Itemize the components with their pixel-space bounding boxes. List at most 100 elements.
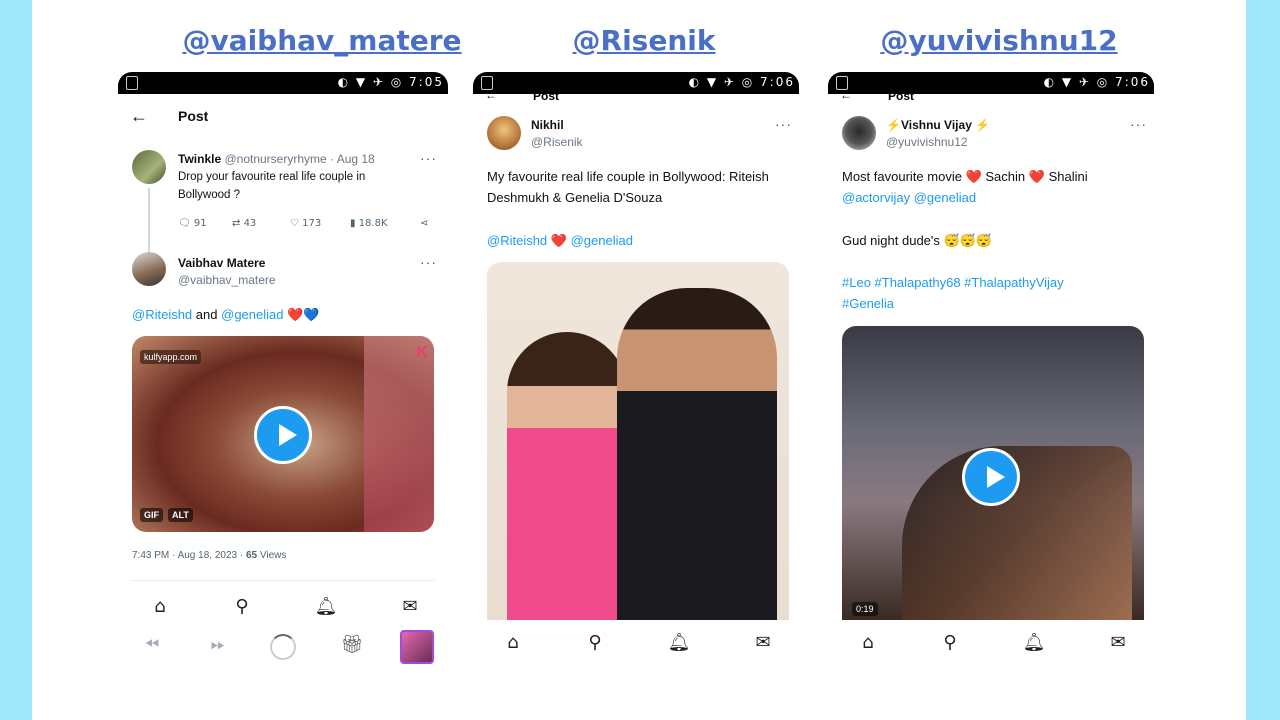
video-duration: 0:19: [852, 602, 878, 616]
mail-icon[interactable]: ✉: [751, 632, 775, 656]
mention-link[interactable]: @Riteishd: [132, 307, 192, 322]
author-name[interactable]: ⚡Vishnu Vijay ⚡: [886, 118, 990, 132]
author-handle: @Risenik: [531, 135, 583, 149]
author-handle: @notnurseryrhyme · Aug 18: [224, 152, 375, 166]
alt-badge[interactable]: ALT: [168, 508, 193, 522]
author-name[interactable]: Nikhil: [531, 118, 564, 132]
hashtag-link[interactable]: #Leo #Thalapathy68 #ThalapathyVijay: [842, 275, 1064, 290]
mention-link[interactable]: @geneliad: [221, 307, 283, 322]
mention-link[interactable]: @geneliad: [571, 233, 633, 248]
view-count[interactable]: ▮ 18.8K: [350, 218, 388, 229]
retweet-count[interactable]: ⇄ 43: [232, 218, 256, 229]
bell-icon[interactable]: 🔔︎: [1022, 632, 1046, 656]
thread-line: [148, 188, 150, 254]
hashtags[interactable]: #Leo #Thalapathy68 #ThalapathyVijay #Gen…: [842, 272, 1142, 314]
rewind-icon[interactable]: ⏪︎: [140, 634, 164, 658]
sim-icon: [126, 76, 138, 90]
heart-emoji: ❤️: [1028, 169, 1045, 184]
more-icon[interactable]: ···: [775, 116, 792, 132]
heart-emoji: ❤️💙: [287, 307, 320, 322]
handle-link-1[interactable]: @vaibhav_matere: [162, 24, 482, 57]
back-arrow-icon[interactable]: ←: [840, 88, 852, 102]
forward-icon[interactable]: ⏩︎: [206, 634, 230, 658]
media-overlay: [364, 336, 434, 532]
android-nav: ⏪︎ ⏩︎ 🎁︎: [118, 626, 448, 666]
more-icon[interactable]: ···: [420, 254, 437, 270]
gif-badge: GIF: [140, 508, 163, 522]
gift-icon[interactable]: 🎁︎: [340, 634, 364, 658]
thumbnail[interactable]: [400, 630, 434, 664]
heart-emoji: ❤️: [550, 233, 567, 248]
watermark: kulfyapp.com: [140, 350, 202, 364]
status-bar: ◐ ▼ ✈ ◎ 7:06: [473, 72, 799, 94]
canvas: @vaibhav_matere @Risenik @yuvivishnu12 ◐…: [32, 0, 1246, 720]
heart-emoji: ❤️: [965, 169, 982, 184]
person-left: [507, 332, 627, 632]
goodnight-text: Gud night dude's 😴😴😴: [842, 233, 993, 248]
like-count[interactable]: ♡ 173: [290, 218, 321, 229]
mention-link[interactable]: @Riteishd: [487, 233, 547, 248]
status-time: 7:06: [1115, 75, 1150, 89]
divider: [132, 580, 434, 581]
back-arrow-icon[interactable]: ←: [485, 88, 497, 102]
play-button-icon[interactable]: [254, 406, 312, 464]
reply-count[interactable]: 🗨 91: [178, 218, 207, 229]
share-icon[interactable]: ⋖: [420, 218, 428, 229]
author-name[interactable]: Twinkle @notnurseryrhyme · Aug 18: [178, 152, 375, 166]
mentions: @Riteishd ❤️ @geneliad: [487, 230, 633, 251]
mention-link[interactable]: @geneliad: [914, 190, 976, 205]
author-handle: @yuvivishnu12: [886, 135, 968, 149]
hashtag-link[interactable]: #Genelia: [842, 296, 894, 311]
search-icon[interactable]: ⚲: [583, 632, 607, 656]
status-time: 7:06: [760, 75, 795, 89]
status-icons: ◐ ▼ ✈ ◎ 7:06: [688, 75, 795, 89]
status-icons: ◐ ▼ ✈ ◎ 7:05: [337, 75, 444, 89]
tweet-text: Most favourite movie ❤️ Sachin ❤️ Shalin…: [842, 169, 1088, 205]
avatar[interactable]: [132, 150, 166, 184]
phone-3: ◐ ▼ ✈ ◎ 7:06 ← Post ⚡Vishnu Vijay ⚡ @yuv…: [828, 72, 1154, 692]
status-bar: ◐ ▼ ✈ ◎ 7:05: [118, 72, 448, 94]
timestamp: 7:43 PM · Aug 18, 2023 · 65 Views: [132, 550, 287, 561]
more-icon[interactable]: ···: [420, 150, 437, 166]
page-title: Post: [533, 89, 560, 103]
status-time: 7:05: [409, 75, 444, 89]
phone-1: ◐ ▼ ✈ ◎ 7:05 ← Post Twinkle @notnurseryr…: [118, 72, 448, 692]
gif-media[interactable]: kulfyapp.com K GIF ALT: [132, 336, 434, 532]
photo-media[interactable]: [487, 262, 789, 632]
bell-icon[interactable]: 🔔︎: [667, 632, 691, 656]
views-count: 65: [245, 550, 258, 561]
video-media[interactable]: 0:19: [842, 326, 1144, 620]
handle-link-2[interactable]: @Risenik: [484, 24, 804, 57]
kulfy-logo: K: [416, 344, 428, 361]
loading-icon: [270, 634, 296, 660]
bell-icon[interactable]: 🔔︎: [314, 596, 338, 620]
back-arrow-icon[interactable]: ←: [130, 106, 148, 127]
tweet-text: My favourite real life couple in Bollywo…: [487, 169, 769, 205]
home-icon[interactable]: ⌂: [501, 632, 525, 656]
top-bar: ← Post: [118, 94, 448, 138]
avatar[interactable]: [487, 116, 521, 150]
home-icon[interactable]: ⌂: [856, 632, 880, 656]
home-icon[interactable]: ⌂: [148, 596, 172, 620]
avatar[interactable]: [842, 116, 876, 150]
conjunction: and: [195, 307, 218, 322]
person-right: [617, 288, 777, 632]
page-title: Post: [888, 89, 915, 103]
tweet-text: Drop your favourite real life couple in …: [178, 171, 366, 201]
author-handle: @vaibhav_matere: [178, 273, 276, 287]
search-icon[interactable]: ⚲: [938, 632, 962, 656]
status-bar: ◐ ▼ ✈ ◎ 7:06: [828, 72, 1154, 94]
mail-icon[interactable]: ✉: [398, 596, 422, 620]
status-icons: ◐ ▼ ✈ ◎ 7:06: [1043, 75, 1150, 89]
mail-icon[interactable]: ✉: [1106, 632, 1130, 656]
play-button-icon[interactable]: [962, 448, 1020, 506]
search-icon[interactable]: ⚲: [230, 596, 254, 620]
bottom-nav: ⌂ ⚲ 🔔︎ ✉: [828, 620, 1154, 670]
avatar[interactable]: [132, 252, 166, 286]
bottom-nav: ⌂ ⚲ 🔔︎ ✉: [473, 620, 799, 670]
handle-link-3[interactable]: @yuvivishnu12: [839, 24, 1159, 57]
author-name[interactable]: Vaibhav Matere: [178, 256, 265, 270]
mention-link[interactable]: @actorvijay: [842, 190, 910, 205]
phone-2: ◐ ▼ ✈ ◎ 7:06 ← Post Nikhil @Risenik ··· …: [473, 72, 799, 692]
more-icon[interactable]: ···: [1130, 116, 1147, 132]
